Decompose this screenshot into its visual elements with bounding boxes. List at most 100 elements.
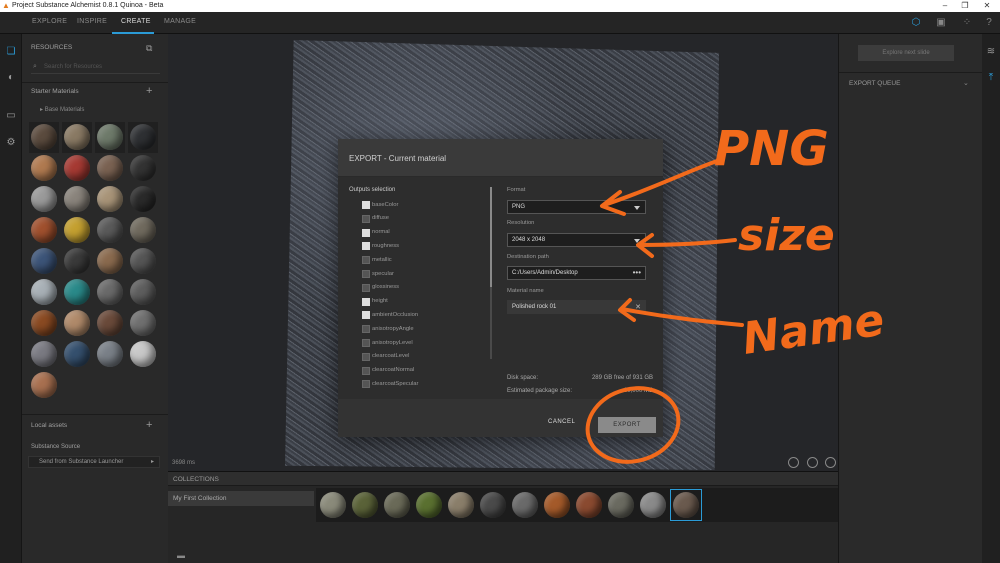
material-thumb[interactable] — [130, 248, 156, 274]
material-thumb[interactable] — [97, 124, 123, 150]
output-checkbox-glossiness[interactable] — [362, 283, 370, 292]
material-thumb[interactable] — [97, 279, 123, 305]
clear-icon[interactable]: ✕ — [635, 303, 641, 311]
resolution-select[interactable]: 2048 x 2048 — [507, 233, 646, 247]
close-icon[interactable]: ✕ — [976, 0, 998, 12]
material-thumb[interactable] — [97, 155, 123, 181]
explore-button[interactable]: Explore next slide — [858, 45, 954, 61]
material-thumb[interactable] — [130, 186, 156, 212]
browse-icon[interactable]: ••• — [633, 268, 641, 277]
add-local-icon[interactable]: + — [146, 420, 152, 431]
material-thumb[interactable] — [31, 155, 57, 181]
material-thumb[interactable] — [130, 124, 156, 150]
material-thumb[interactable] — [64, 124, 90, 150]
material-thumb[interactable] — [31, 248, 57, 274]
palette-icon[interactable]: ◐ — [5, 72, 17, 84]
library-icon[interactable]: ❏ — [5, 46, 17, 58]
material-thumb[interactable] — [97, 341, 123, 367]
minimize-icon[interactable]: – — [934, 0, 956, 12]
output-checkbox-height[interactable] — [362, 297, 370, 306]
settings-icon[interactable]: ⚙ — [5, 137, 17, 149]
collection-thumb[interactable] — [640, 492, 666, 518]
material-thumb[interactable] — [31, 310, 57, 336]
material-thumb[interactable] — [97, 186, 123, 212]
export-icon[interactable]: ⤒ — [985, 72, 997, 84]
material-thumb[interactable] — [31, 279, 57, 305]
material-thumb[interactable] — [64, 155, 90, 181]
folder-icon[interactable]: ▬ — [177, 551, 185, 560]
material-thumb[interactable] — [31, 217, 57, 243]
add-starter-icon[interactable]: + — [146, 86, 152, 97]
collection-thumb[interactable] — [576, 492, 602, 518]
output-checkbox-normal[interactable] — [362, 228, 370, 237]
format-select[interactable]: PNG — [507, 200, 646, 214]
material-thumb[interactable] — [31, 186, 57, 212]
collection-thumb-selected[interactable] — [673, 492, 699, 518]
starter-materials-heading[interactable]: Starter Materials — [31, 88, 79, 95]
material-thumb[interactable] — [64, 186, 90, 212]
cube-icon[interactable]: ⬡ — [910, 17, 922, 29]
material-thumb[interactable] — [97, 310, 123, 336]
copy-icon[interactable]: ⧉ — [146, 43, 152, 53]
scrollbar-thumb[interactable] — [490, 187, 492, 287]
zoom-icon[interactable] — [807, 457, 818, 468]
output-checkbox-anisotropyAngle[interactable] — [362, 325, 370, 334]
output-checkbox-anisotropyLevel[interactable] — [362, 339, 370, 347]
collection-thumb[interactable] — [544, 492, 570, 518]
layout-icon[interactable]: ▣ — [935, 17, 947, 29]
destination-field[interactable]: C:/Users/Admin/Desktop ••• — [507, 266, 646, 280]
layers-icon[interactable]: ≋ — [985, 46, 997, 58]
local-assets-heading[interactable]: Local assets — [31, 422, 67, 429]
collection-thumb[interactable] — [384, 492, 410, 518]
output-checkbox-clearcoatSpecular[interactable] — [362, 380, 370, 389]
material-thumb[interactable] — [130, 279, 156, 305]
output-checkbox-diffuse[interactable] — [362, 214, 370, 223]
collection-thumb[interactable] — [512, 492, 538, 518]
collection-item[interactable]: My First Collection — [168, 491, 314, 506]
nodes-icon[interactable]: ⁘ — [961, 17, 973, 29]
menu-manage[interactable]: MANAGE — [164, 18, 196, 25]
material-thumb[interactable] — [64, 248, 90, 274]
material-thumb[interactable] — [64, 341, 90, 367]
collection-thumb[interactable] — [480, 492, 506, 518]
material-thumb[interactable] — [31, 372, 57, 398]
material-thumb[interactable] — [130, 217, 156, 243]
output-checkbox-clearcoatNormal[interactable] — [362, 366, 370, 375]
output-checkbox-clearcoatLevel[interactable] — [362, 352, 370, 361]
material-thumb[interactable] — [97, 248, 123, 274]
cancel-button[interactable]: CANCEL — [548, 419, 578, 431]
rotate-icon[interactable] — [788, 457, 799, 468]
maximize-icon[interactable]: ❐ — [954, 0, 976, 12]
collection-thumb[interactable] — [320, 492, 346, 518]
material-thumb[interactable] — [97, 217, 123, 243]
material-thumb[interactable] — [31, 124, 57, 150]
output-checkbox-ambientOcclusion[interactable] — [362, 311, 370, 320]
export-button[interactable]: EXPORT — [598, 417, 656, 433]
material-name-input[interactable]: Polished rock 01 ✕ — [507, 300, 646, 314]
reset-view-icon[interactable] — [825, 457, 836, 468]
launcher-dropdown[interactable]: Send from Substance Launcher ▸ — [28, 456, 160, 468]
collection-thumb[interactable] — [416, 492, 442, 518]
menu-inspire[interactable]: INSPIRE — [77, 18, 107, 25]
collection-thumb[interactable] — [352, 492, 378, 518]
output-checkbox-baseColor[interactable] — [362, 201, 370, 209]
material-thumb[interactable] — [130, 341, 156, 367]
monitor-icon[interactable]: ▭ — [5, 110, 17, 122]
collection-thumb[interactable] — [608, 492, 634, 518]
chevron-down-icon[interactable]: ⌄ — [963, 79, 969, 87]
material-thumb[interactable] — [64, 279, 90, 305]
material-thumb[interactable] — [64, 310, 90, 336]
output-checkbox-metallic[interactable] — [362, 256, 370, 265]
base-materials-folder[interactable]: ▸ Base Materials — [40, 106, 84, 113]
menu-explore[interactable]: EXPLORE — [32, 18, 67, 25]
search-input[interactable]: ⌕ Search for Resources — [31, 62, 160, 74]
material-thumb[interactable] — [130, 155, 156, 181]
output-checkbox-roughness[interactable] — [362, 242, 370, 251]
menu-create[interactable]: CREATE — [121, 18, 151, 25]
collection-thumb[interactable] — [448, 492, 474, 518]
material-thumb[interactable] — [31, 341, 57, 367]
output-checkbox-specular[interactable] — [362, 270, 370, 278]
material-thumb[interactable] — [64, 217, 90, 243]
material-thumb[interactable] — [130, 310, 156, 336]
help-icon[interactable]: ? — [983, 17, 995, 29]
